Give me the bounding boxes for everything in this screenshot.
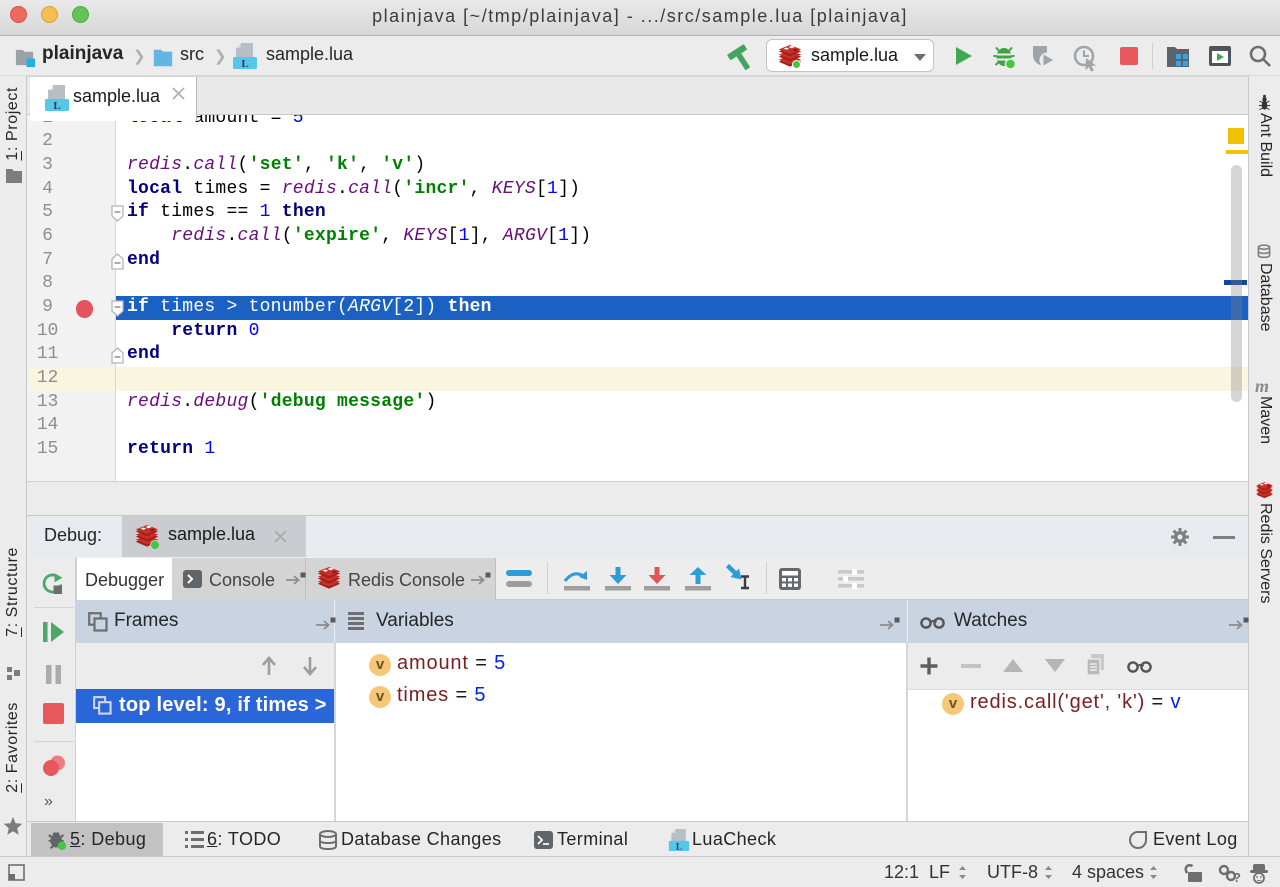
svg-text:L: L [676,842,682,852]
svg-text:L: L [53,100,60,112]
svg-text:L: L [241,58,248,70]
svg-text:?: ? [1233,870,1241,885]
